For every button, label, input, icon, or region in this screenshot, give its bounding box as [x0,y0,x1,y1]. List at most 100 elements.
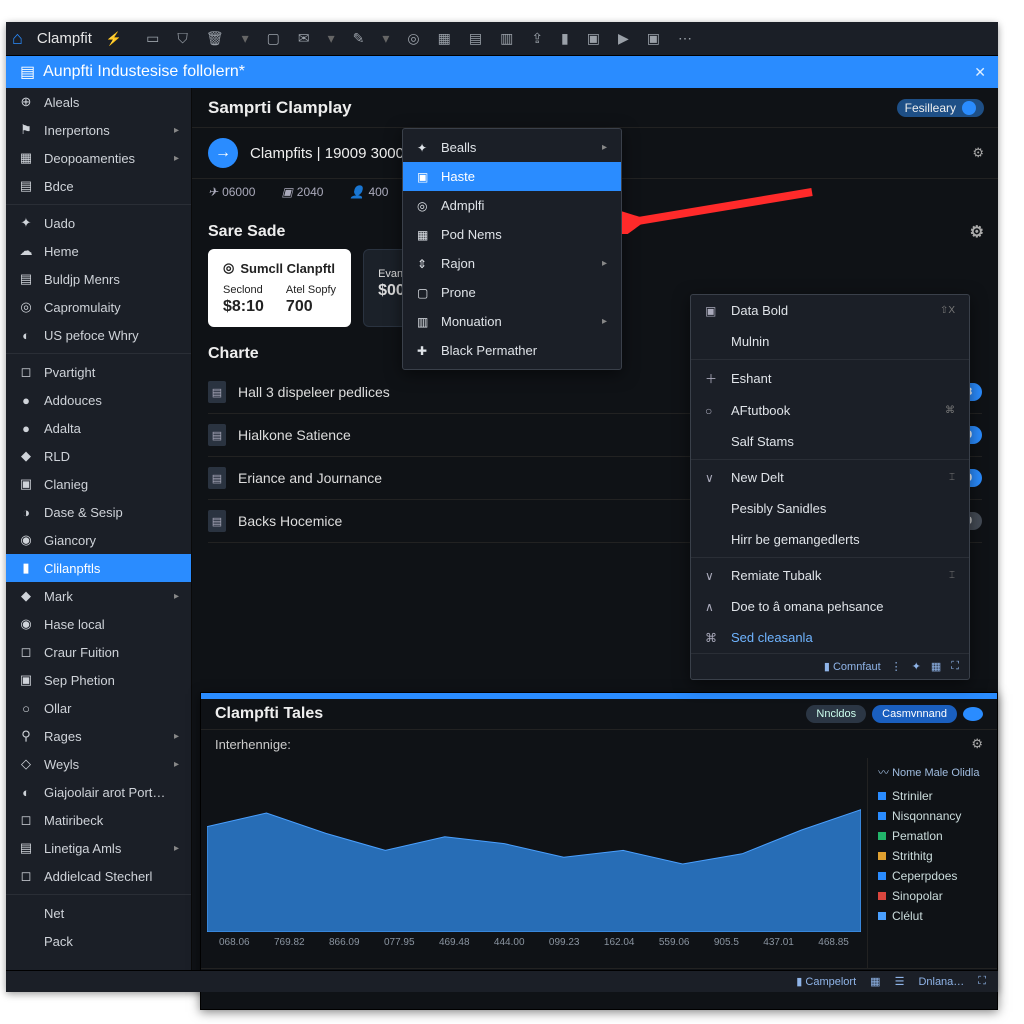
context-menu-item[interactable]: ▢Prone [403,278,621,307]
context-menu-item[interactable]: ✦Bealls▸ [403,133,621,162]
target-icon[interactable]: ◎ [407,30,419,47]
panel-item[interactable]: ∨New Delt⌶ [691,462,969,493]
legend-item[interactable]: Pematlon [878,826,987,846]
gear-icon[interactable]: ⚙ [971,736,983,752]
sidebar-item[interactable]: ▮ Clilanpftls [6,554,191,582]
panel-header: Samprti Clamplay Fesilleary [192,88,998,128]
context-menu-item[interactable]: ⇕Rajon▸ [403,249,621,278]
sidebar-item[interactable]: Pack [6,927,191,955]
sidebar-item[interactable]: ⚑Inerpertons▸ [6,116,191,144]
context-menu[interactable]: ✦Bealls▸▣Haste◎Admplfi▦Pod Nems⇕Rajon▸▢P… [402,128,622,370]
legend-item[interactable]: Ceperpdoes [878,866,987,886]
sidebar-item[interactable]: ◐US pefoce Whry [6,321,191,349]
panel-item[interactable]: ＋Eshant [691,362,969,395]
sidebar-item[interactable]: ▣Clanieg [6,470,191,498]
sidebar-item[interactable]: ✦Uado [6,209,191,237]
panel-item[interactable]: ⌘Sed cleasanla [691,622,969,653]
sidebar-item[interactable]: ◐Giajoolair arot Port… [6,778,191,806]
panel-item[interactable]: Salf Stams [691,426,969,457]
bolt-icon[interactable]: ⚡ [106,31,122,47]
sidebar-icon: ▮ [18,560,34,576]
sidebar-item[interactable]: ●Adalta [6,414,191,442]
sidebar-item[interactable]: ◉Giancory [6,526,191,554]
sidebar-item[interactable]: ▤Linetiga Amls▸ [6,834,191,862]
calendar-icon[interactable]: ▦ [438,30,451,47]
card-icon[interactable]: ▭ [146,30,159,47]
sidebar-item[interactable]: Net [6,899,191,927]
meta-item: ▣2040 [281,185,323,199]
sidebar-item[interactable]: ☁Heme [6,237,191,265]
pill-1[interactable]: Nncldos [806,705,866,723]
legend-item[interactable]: Striniler [878,786,987,806]
chart-title: Clampfti Tales [215,705,323,723]
stat-card[interactable]: ◎Sumcll ClanpftlSeclond$8:10Atel Sopfy70… [208,249,351,327]
home-icon[interactable]: ⌂ [12,28,23,49]
sidebar-item[interactable]: ⊕Aleals [6,88,191,116]
panel-item[interactable]: Mulnin [691,326,969,357]
sidebar-item[interactable]: ◆Mark▸ [6,582,191,610]
panel-icon[interactable]: ▤ [469,30,482,47]
fullscreen-icon[interactable]: ⛶ [978,975,986,988]
context-menu-item[interactable]: ▦Pod Nems [403,220,621,249]
sidebar-item[interactable]: ◻Addielcad Stecherl [6,862,191,890]
sidebar-item[interactable]: ▤Bdce [6,172,191,200]
sidebar-label: Clilanpftls [44,561,100,576]
panel-item[interactable]: ∧Doe to â omana pehsance [691,591,969,622]
legend-item[interactable]: Strithitg [878,846,987,866]
sidebar-item[interactable]: ◎Capromulaity [6,293,191,321]
list-icon[interactable]: ☰ [895,975,905,988]
doc-icon[interactable]: ▣ [587,30,600,47]
sidebar-item[interactable]: ▣Sep Phetion [6,666,191,694]
sidebar-item[interactable]: ◇Weyls▸ [6,750,191,778]
side-panel[interactable]: ▣Data Bold⇧XMulnin ＋Eshant○AFtutbook⌘Salf… [690,294,970,680]
inbox-icon[interactable]: ✉ [298,30,310,47]
context-menu-item[interactable]: ▥Monuation▸ [403,307,621,336]
grid-icon[interactable]: ▦ [870,975,880,988]
sidebar-item[interactable]: ▦Deopoamenties▸ [6,144,191,172]
gear-icon[interactable]: ⚙ [970,222,984,242]
context-menu-item[interactable]: ◎Admplfi [403,191,621,220]
sidebar-item[interactable]: ▤Buldjp Menrs [6,265,191,293]
window-icon[interactable]: ▢ [267,30,280,47]
legend-item[interactable]: Nisqonnancy [878,806,987,826]
panel-item[interactable]: ▣Data Bold⇧X [691,295,969,326]
gear-icon[interactable]: ⚙ [972,145,984,161]
header-pill[interactable]: Fesilleary [897,99,984,117]
tag-icon[interactable]: ▮ [561,30,569,47]
status-left[interactable]: ▮ Campelort [796,975,856,988]
panel-item[interactable]: ○AFtutbook⌘ [691,395,969,426]
panel-item[interactable]: Hirr be gemangedlerts [691,524,969,555]
play-icon[interactable]: ▶ [618,30,629,47]
status-right[interactable]: Dnlana… [918,976,964,988]
sidebar-item[interactable]: ○Ollar [6,694,191,722]
sidebar-item[interactable]: ◉Hase local [6,610,191,638]
close-icon[interactable]: ✕ [974,64,986,81]
panel-item[interactable]: ∨Remiate Tubalk⌶ [691,560,969,591]
pencil-icon[interactable]: ✎ [353,30,365,47]
sidebar-item[interactable]: ◻Pvartight [6,358,191,386]
sidebar-item[interactable]: ◻Matiribeck [6,806,191,834]
sidebar-item[interactable]: ◻Craur Fuition [6,638,191,666]
pill-2[interactable]: Casmvnnand [872,705,957,723]
context-menu-item[interactable]: ✚Black Permather [403,336,621,365]
funnel-icon[interactable]: ⛉ [177,30,188,47]
context-menu-item[interactable]: ▣Haste [403,162,621,191]
layout-icon[interactable]: ▥ [500,30,513,47]
pill-dot[interactable] [963,707,983,721]
sidebar-label: Net [44,906,64,921]
sidebar-item[interactable]: ⚲Rages▸ [6,722,191,750]
sidebar-item[interactable]: ●Addouces [6,386,191,414]
sidebar-icon: ◉ [18,532,34,548]
stop-icon[interactable]: ▣ [647,30,660,47]
more-icon[interactable]: ⋯ [678,30,692,47]
legend-item[interactable]: Sinopolar [878,886,987,906]
export-icon[interactable]: ⇪ [531,30,543,47]
sidebar-label: Addielcad Stecherl [44,869,152,884]
legend-item[interactable]: Clélut [878,906,987,926]
chart-plot[interactable]: 068.06769.82866.09077.95469.48444.00099.… [201,758,867,968]
sidebar-item[interactable]: ◆RLD [6,442,191,470]
panel-item[interactable]: Pesibly Sanidles [691,493,969,524]
trash-icon[interactable]: 🗑 [206,30,224,47]
avatar[interactable]: → [208,138,238,168]
sidebar-item[interactable]: ◑Dase & Sesip [6,498,191,526]
